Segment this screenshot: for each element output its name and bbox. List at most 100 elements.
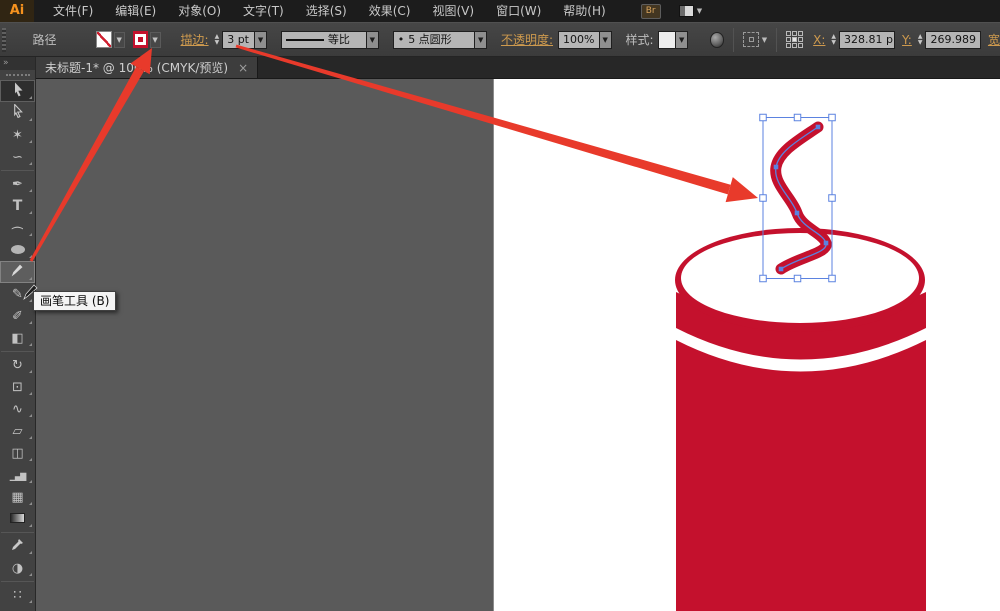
y-label[interactable]: Y: [902, 33, 912, 47]
stroke-panel-link[interactable]: 描边: [181, 31, 209, 48]
stroke-weight-dropdown[interactable]: ▼ [255, 31, 267, 49]
column-graph-icon: ▁▄▇ [10, 468, 25, 483]
ref-pt[interactable] [792, 43, 797, 48]
symbol-sprayer-icon: ∷ [13, 588, 21, 603]
shape-builder-tool[interactable]: ◫ [0, 442, 35, 464]
opacity-field[interactable]: 100% [558, 31, 600, 49]
eraser-tool[interactable]: ◧ [0, 327, 35, 349]
rotate-icon: ↻ [12, 358, 23, 373]
scale-icon: ⊡ [12, 380, 23, 395]
style-swatch[interactable] [658, 31, 677, 49]
fill-dropdown-caret[interactable]: ▼ [114, 32, 125, 48]
mesh-tool[interactable]: ▦ [0, 486, 35, 508]
stroke-weight-stepper[interactable]: ▲ ▼ [215, 34, 220, 46]
menu-edit[interactable]: 编辑(E) [104, 0, 167, 22]
free-transform-tool[interactable]: ▱ [0, 420, 35, 442]
app-logo-icon: Ai [0, 0, 34, 22]
eyedropper-icon [11, 538, 24, 555]
x-value-field[interactable]: 328.81 p [839, 31, 895, 49]
recolor-artwork-icon[interactable] [710, 32, 724, 48]
stroke-color-swatch[interactable] [133, 31, 148, 48]
ref-pt[interactable] [798, 31, 803, 36]
y-stepper[interactable]: ▲ ▼ [918, 34, 923, 46]
panel-grip-dots[interactable] [0, 70, 35, 80]
opacity-dropdown[interactable]: ▼ [600, 31, 612, 49]
selection-tool[interactable] [0, 80, 35, 102]
type-tool[interactable]: T [0, 195, 35, 217]
eraser-icon: ◧ [11, 331, 23, 346]
workspace-switcher[interactable]: ▼ [679, 5, 702, 17]
ref-pt[interactable] [786, 43, 791, 48]
ref-pt[interactable] [798, 37, 803, 42]
menu-file[interactable]: 文件(F) [42, 0, 104, 22]
brush-definition-dropdown[interactable]: ▼ [475, 31, 487, 49]
scale-tool[interactable]: ⊡ [0, 376, 35, 398]
menu-window[interactable]: 窗口(W) [485, 0, 552, 22]
column-graph-tool[interactable]: ▁▄▇ [0, 464, 35, 486]
menu-object[interactable]: 对象(O) [167, 0, 232, 22]
tools-panel: » ✶∽✒T(✎✐◧↻⊡∿▱◫▁▄▇▦◑∷ [0, 57, 36, 611]
ref-pt[interactable] [786, 37, 791, 42]
ref-pt-center[interactable] [792, 37, 797, 42]
close-icon[interactable]: × [238, 62, 248, 74]
menu-select[interactable]: 选择(S) [295, 0, 358, 22]
pen-tool[interactable]: ✒ [0, 173, 35, 195]
stroke-weight-field[interactable]: 3 pt [222, 31, 255, 49]
select-similar-icon[interactable] [743, 32, 758, 47]
menu-bar: Ai 文件(F) 编辑(E) 对象(O) 文字(T) 选择(S) 效果(C) 视… [0, 0, 1000, 22]
collapse-panel-icon[interactable]: » [0, 57, 35, 70]
selection-icon [11, 82, 25, 101]
paintbrush-tool[interactable] [0, 261, 35, 283]
style-dropdown[interactable]: ▼ [676, 31, 688, 49]
gradient-tool[interactable] [0, 508, 35, 530]
blob-brush-tool[interactable]: ✐ [0, 305, 35, 327]
y-value-field[interactable]: 269.989 [925, 31, 981, 49]
brush-definition[interactable]: • 5 点圆形 [393, 31, 476, 49]
stepper-down-icon[interactable]: ▼ [215, 40, 220, 46]
reference-point-grid[interactable] [786, 31, 803, 48]
width-tool[interactable]: ∿ [0, 398, 35, 420]
opacity-panel-link[interactable]: 不透明度: [501, 31, 553, 48]
menu-view[interactable]: 视图(V) [421, 0, 485, 22]
x-label[interactable]: X: [813, 33, 825, 47]
blend-tool[interactable]: ◑ [0, 557, 35, 579]
ellipse-tool[interactable] [0, 239, 35, 261]
lasso-icon: ∽ [12, 150, 23, 165]
ref-pt[interactable] [792, 31, 797, 36]
direct-selection-icon [11, 104, 24, 122]
select-similar-dot [749, 37, 754, 42]
menu-type[interactable]: 文字(T) [232, 0, 295, 22]
arc-icon: ( [15, 221, 20, 236]
width-label-cut[interactable]: 宽 [988, 31, 1000, 48]
stroke-color-dropdown-caret[interactable]: ▼ [150, 32, 161, 48]
arc-tool[interactable]: ( [0, 217, 35, 239]
profile-label: 等比 [328, 32, 350, 48]
direct-selection-tool[interactable] [0, 102, 35, 124]
shape-builder-icon: ◫ [11, 446, 23, 461]
menu-effect[interactable]: 效果(C) [358, 0, 422, 22]
stepper-down-icon[interactable]: ▼ [831, 40, 836, 46]
gradient-icon [10, 512, 25, 527]
document-title: 未标题-1* @ 100% (CMYK/预览) [45, 59, 228, 76]
variable-width-profile[interactable]: 等比 [281, 31, 367, 49]
ref-pt[interactable] [798, 43, 803, 48]
document-tab[interactable]: 未标题-1* @ 100% (CMYK/预览) × [36, 57, 258, 78]
panel-grip[interactable] [2, 28, 6, 52]
cylinder-body[interactable] [676, 340, 926, 611]
bridge-button[interactable]: Br [641, 4, 661, 19]
stroke-swatch-center [138, 37, 143, 42]
menu-help[interactable]: 帮助(H) [552, 0, 616, 22]
canvas-area[interactable] [36, 79, 1000, 611]
profile-dropdown[interactable]: ▼ [367, 31, 379, 49]
magic-wand-tool[interactable]: ✶ [0, 124, 35, 146]
lasso-tool[interactable]: ∽ [0, 146, 35, 168]
x-stepper[interactable]: ▲ ▼ [831, 34, 836, 46]
ref-pt[interactable] [786, 31, 791, 36]
separator [733, 28, 734, 52]
eyedropper-tool[interactable] [0, 535, 35, 557]
stepper-down-icon[interactable]: ▼ [918, 40, 923, 46]
select-similar-caret[interactable]: ▼ [762, 36, 767, 44]
symbol-sprayer-tool[interactable]: ∷ [0, 584, 35, 606]
fill-swatch-none[interactable] [96, 31, 111, 48]
rotate-tool[interactable]: ↻ [0, 354, 35, 376]
